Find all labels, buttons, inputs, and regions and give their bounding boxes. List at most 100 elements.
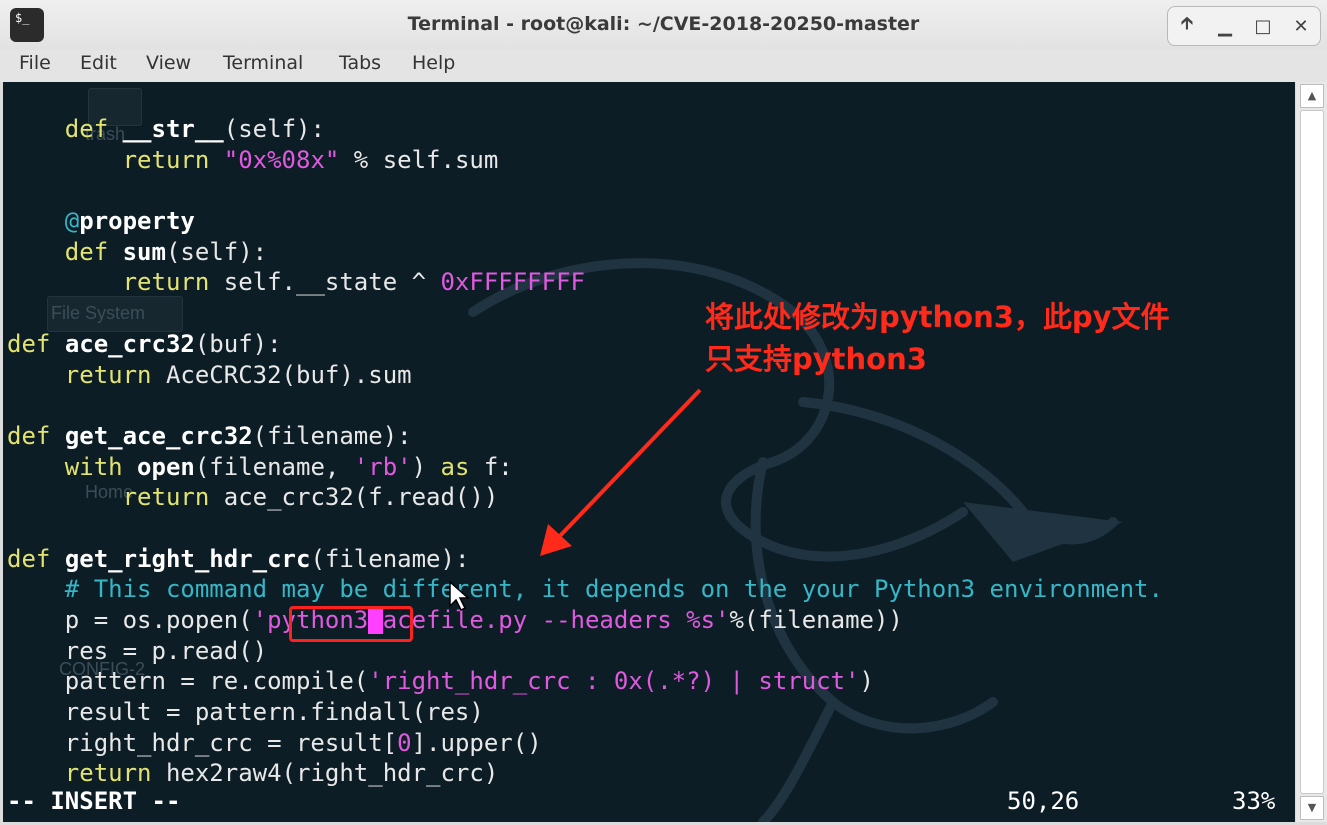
code-token: as <box>440 452 470 481</box>
code-token: AceCRC32(buf).sum <box>151 360 412 389</box>
code-token: pattern = re.compile( <box>7 667 369 696</box>
code-line: return hex2raw4(right_hdr_crc) <box>7 758 1163 789</box>
code-line: return "0x%08x" % self.sum <box>7 145 1163 176</box>
code-token: res = p.read() <box>7 636 268 665</box>
code-token: (buf): <box>194 329 282 358</box>
code-token: % self.sum <box>339 145 499 174</box>
code-token: (filename): <box>252 421 412 450</box>
code-token: p = os.popen( <box>7 606 253 634</box>
code-line: def get_ace_crc32(filename): <box>7 421 1163 452</box>
code-line: return self.__state ^ 0xFFFFFFFF <box>7 267 1163 298</box>
code-token: __str__ <box>122 115 224 143</box>
window-title: Terminal - root@kali: ~/CVE-2018-20250-m… <box>407 13 920 35</box>
highlight-box-python3 <box>289 606 413 642</box>
code-token: def <box>7 544 51 573</box>
code-editor[interactable]: def __str__(self): return "0x%08x" % sel… <box>7 114 1163 789</box>
menu-edit[interactable]: Edit <box>80 52 117 74</box>
vim-status-line: -- INSERT -- 50,26 33% <box>7 787 1295 815</box>
menu-help[interactable]: Help <box>412 52 455 74</box>
code-token: %(filename)) <box>729 606 903 634</box>
code-line: def get_right_hdr_crc(filename): <box>7 544 1163 575</box>
code-token: @ <box>64 207 80 236</box>
code-token: ace_crc32(f.read()) <box>209 483 499 512</box>
window-titlebar[interactable]: $_ Terminal - root@kali: ~/CVE-2018-2025… <box>0 0 1327 50</box>
code-token: (self): <box>223 115 325 143</box>
code-line: return ace_crc32(f.read()) <box>7 482 1163 513</box>
code-line: res = p.read() <box>7 636 1163 667</box>
code-token: def <box>7 329 51 358</box>
code-token: property <box>79 207 195 236</box>
code-line: right_hdr_crc = result[0].upper() <box>7 728 1163 759</box>
code-token: self.__state ^ <box>209 268 441 297</box>
scrollbar-thumb[interactable] <box>1300 110 1324 794</box>
scroll-percent: 33% <box>1232 787 1276 815</box>
menubar: File Edit View Terminal Tabs Help <box>0 50 1327 82</box>
minimize-icon[interactable]: ▁ <box>1211 12 1239 40</box>
terminal-viewport[interactable]: trash File System Home CONFIG-2 def __st… <box>3 82 1295 822</box>
code-token: def <box>64 115 109 143</box>
code-line: @property <box>7 206 1163 237</box>
cursor-position: 50,26 <box>1007 787 1080 815</box>
code-token: sum <box>122 237 166 266</box>
window-controls: 🡱 ▁ □ ✕ <box>1167 6 1321 46</box>
code-token: result = pattern.findall(res) <box>7 698 484 727</box>
code-token: return <box>122 268 210 297</box>
menu-file[interactable]: File <box>19 52 51 74</box>
annotation-text: 将此处修改为python3，此py文件 只支持python3 <box>705 300 1170 376</box>
code-token: open <box>137 452 195 481</box>
code-token: hex2raw4(right_hdr_crc) <box>151 759 499 788</box>
scroll-up-icon[interactable]: ▲ <box>1300 84 1324 108</box>
code-token: def <box>64 237 109 266</box>
code-line: pattern = re.compile('right_hdr_crc : 0x… <box>7 666 1163 697</box>
code-line: # This command may be different, it depe… <box>7 574 1163 605</box>
close-icon[interactable]: ✕ <box>1287 12 1315 40</box>
code-token: ) <box>411 452 441 481</box>
code-token: return <box>64 759 152 788</box>
code-token: 0xFFFFFFFF <box>440 268 585 297</box>
code-token: ace_crc32 <box>64 329 195 358</box>
code-token: return <box>122 483 210 512</box>
menu-view[interactable]: View <box>146 52 191 74</box>
vim-mode: -- INSERT -- <box>7 787 181 815</box>
code-token: def <box>7 421 51 450</box>
code-line: def __str__(self): <box>7 114 1163 145</box>
maximize-icon[interactable]: □ <box>1249 12 1277 40</box>
code-token: get_ace_crc32 <box>64 421 253 450</box>
scrollbar[interactable]: ▲ ▼ <box>1296 82 1327 822</box>
scroll-down-icon[interactable]: ▼ <box>1300 796 1324 820</box>
mouse-pointer-icon <box>449 580 470 612</box>
code-line: p = os.popen('python3 acefile.py --heade… <box>7 605 1163 636</box>
code-token: (filename, <box>194 452 354 481</box>
menu-tabs[interactable]: Tabs <box>339 52 381 74</box>
code-token: with <box>64 452 123 481</box>
code-token: (self): <box>165 237 268 266</box>
arrow-up-icon[interactable]: 🡱 <box>1173 12 1201 40</box>
menu-terminal[interactable]: Terminal <box>223 52 303 74</box>
code-token: 'rb' <box>353 452 412 481</box>
code-token: return <box>64 360 152 389</box>
code-token: 'right_hdr_crc : 0x(.*?) | struct' <box>368 667 860 696</box>
code-token: "0x%08x" <box>223 145 340 174</box>
code-token: ].upper() <box>411 728 542 757</box>
code-token: f: <box>469 452 513 481</box>
code-token: acefile.py --headers %s' <box>382 606 730 634</box>
code-token: ) <box>859 667 874 696</box>
code-token: 0 <box>397 728 412 757</box>
